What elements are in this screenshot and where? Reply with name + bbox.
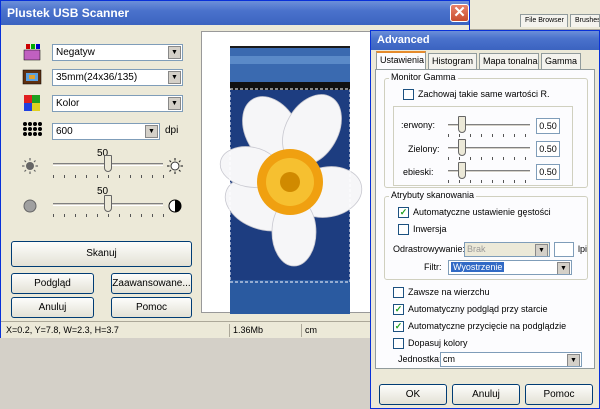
blue-channel-label: ebieski: <box>403 167 434 177</box>
tab-brushes[interactable]: Brushes <box>570 14 600 27</box>
contrast-low-icon <box>20 197 42 217</box>
close-button[interactable]: ✕ <box>450 4 469 22</box>
color-mode-value: Kolor <box>56 98 80 109</box>
advanced-titlebar: Advanced <box>371 31 599 50</box>
scanner-titlebar: Plustek USB Scanner ✕ <box>1 1 469 25</box>
brightness-low-icon <box>20 157 42 177</box>
unit-select[interactable]: cm ▼ <box>440 352 582 367</box>
film-size-select[interactable]: 35mm(24x36/135) ▼ <box>52 69 183 86</box>
tab-gamma[interactable]: Gamma <box>541 53 581 69</box>
monitor-gamma-title: Monitor Gamma <box>389 72 458 82</box>
always-on-top-label: Zawsze na wierzchu <box>408 287 490 297</box>
inversion-checkbox[interactable] <box>398 224 409 235</box>
descreen-select[interactable]: Brak ▼ <box>464 242 550 257</box>
advanced-cancel-button[interactable]: Anuluj <box>452 384 520 405</box>
tab-ustawienia[interactable]: Ustawienia <box>376 51 426 70</box>
cancel-button[interactable]: Anuluj <box>11 297 94 318</box>
auto-density-label: Automatyczne ustawienie gęstości <box>413 207 551 217</box>
descreen-value: Brak <box>467 244 486 254</box>
always-on-top-checkbox[interactable] <box>393 287 404 298</box>
same-values-label: Zachowaj takie same wartości R. <box>418 89 550 99</box>
chevron-down-icon: ▼ <box>145 125 158 138</box>
contrast-icon <box>165 197 187 217</box>
same-values-checkbox[interactable] <box>403 89 414 100</box>
green-gamma-ticks <box>448 157 530 160</box>
blue-gamma-value[interactable]: 0.50 <box>536 164 560 180</box>
scan-attributes-title: Atrybuty skanowania <box>389 190 477 200</box>
film-size-value: 35mm(24x36/135) <box>56 72 138 83</box>
scan-type-select[interactable]: Negatyw ▼ <box>52 44 183 61</box>
descreen-label: Odrastrowywanie: <box>393 244 466 254</box>
filter-label: Filtr: <box>424 262 442 272</box>
resolution-value: 600 <box>56 126 73 137</box>
preview-pane[interactable] <box>201 31 371 314</box>
resolution-input[interactable]: 600 ▼ <box>52 123 160 140</box>
red-channel-label: :erwony: <box>401 120 436 130</box>
color-mode-select[interactable]: Kolor ▼ <box>52 95 183 112</box>
color-mode-icon <box>21 93 43 113</box>
scan-type-icon <box>21 42 43 62</box>
advanced-title: Advanced <box>377 34 430 46</box>
film-size-icon <box>21 67 43 87</box>
auto-density-checkbox[interactable]: ✓ <box>398 207 409 218</box>
auto-preview-checkbox[interactable]: ✓ <box>393 304 404 315</box>
brightness-high-icon <box>165 157 187 177</box>
tab-histogram[interactable]: Histogram <box>428 53 477 69</box>
close-icon: ✕ <box>453 4 466 21</box>
unit-value: cm <box>443 354 455 364</box>
red-gamma-value[interactable]: 0.50 <box>536 118 560 134</box>
auto-preview-label: Automatyczny podgląd przy starcie <box>408 304 548 314</box>
green-gamma-value[interactable]: 0.50 <box>536 141 560 157</box>
advanced-dialog: Advanced Ustawienia Histogram Mapa tonal… <box>370 30 600 409</box>
unit-label: Jednostka: <box>398 354 442 364</box>
chevron-down-icon: ▼ <box>168 71 181 84</box>
scan-button[interactable]: Skanuj <box>11 241 192 267</box>
match-colors-label: Dopasuj kolory <box>408 338 468 348</box>
advanced-help-button[interactable]: Pomoc <box>525 384 593 405</box>
blue-gamma-ticks <box>448 180 530 183</box>
advanced-button[interactable]: Zaawansowane... <box>111 273 192 294</box>
preview-image <box>219 46 363 314</box>
contrast-slider-thumb[interactable] <box>104 195 112 212</box>
filter-select[interactable]: Wyostrzenie ▼ <box>448 260 572 275</box>
descreen-lpi-input[interactable] <box>554 242 574 257</box>
match-colors-checkbox[interactable] <box>393 338 404 349</box>
green-gamma-thumb[interactable] <box>458 139 466 156</box>
chevron-down-icon: ▼ <box>168 46 181 59</box>
brightness-slider-thumb[interactable] <box>104 155 112 172</box>
green-channel-label: Zielony: <box>408 144 440 154</box>
chevron-down-icon: ▼ <box>567 354 580 366</box>
auto-crop-checkbox[interactable]: ✓ <box>393 321 404 332</box>
red-gamma-thumb[interactable] <box>458 116 466 133</box>
help-button[interactable]: Pomoc <box>111 297 192 318</box>
blue-gamma-thumb[interactable] <box>458 162 466 179</box>
settings-panel: Monitor Gamma Zachowaj takie same wartoś… <box>375 69 595 369</box>
resolution-icon <box>21 120 43 140</box>
tab-file-browser[interactable]: File Browser <box>520 14 568 27</box>
status-file-size: 1.36Mb <box>229 324 299 337</box>
brightness-ticks <box>53 175 164 178</box>
status-coordinates: X=0.2, Y=7.8, W=2.3, H=3.7 <box>6 325 119 335</box>
status-unit: cm <box>301 324 371 337</box>
scan-type-value: Negatyw <box>56 47 95 58</box>
contrast-ticks <box>53 214 164 217</box>
red-gamma-ticks <box>448 134 530 137</box>
preview-button[interactable]: Podgląd <box>11 273 94 294</box>
chevron-down-icon: ▼ <box>168 97 181 110</box>
chevron-down-icon: ▼ <box>535 244 548 256</box>
auto-crop-label: Automatyczne przycięcie na podglądzie <box>408 321 567 331</box>
tab-mapa-tonalna[interactable]: Mapa tonalna <box>479 53 539 69</box>
filter-value: Wyostrzenie <box>451 262 505 272</box>
ok-button[interactable]: OK <box>379 384 447 405</box>
resolution-unit: dpi <box>165 125 179 136</box>
chevron-down-icon: ▼ <box>557 262 570 274</box>
descreen-unit: lpi <box>578 244 588 254</box>
inversion-label: Inwersja <box>413 224 447 234</box>
background-app-toolbar: File Browser Brushes <box>470 0 600 30</box>
window-title: Plustek USB Scanner <box>7 6 130 20</box>
